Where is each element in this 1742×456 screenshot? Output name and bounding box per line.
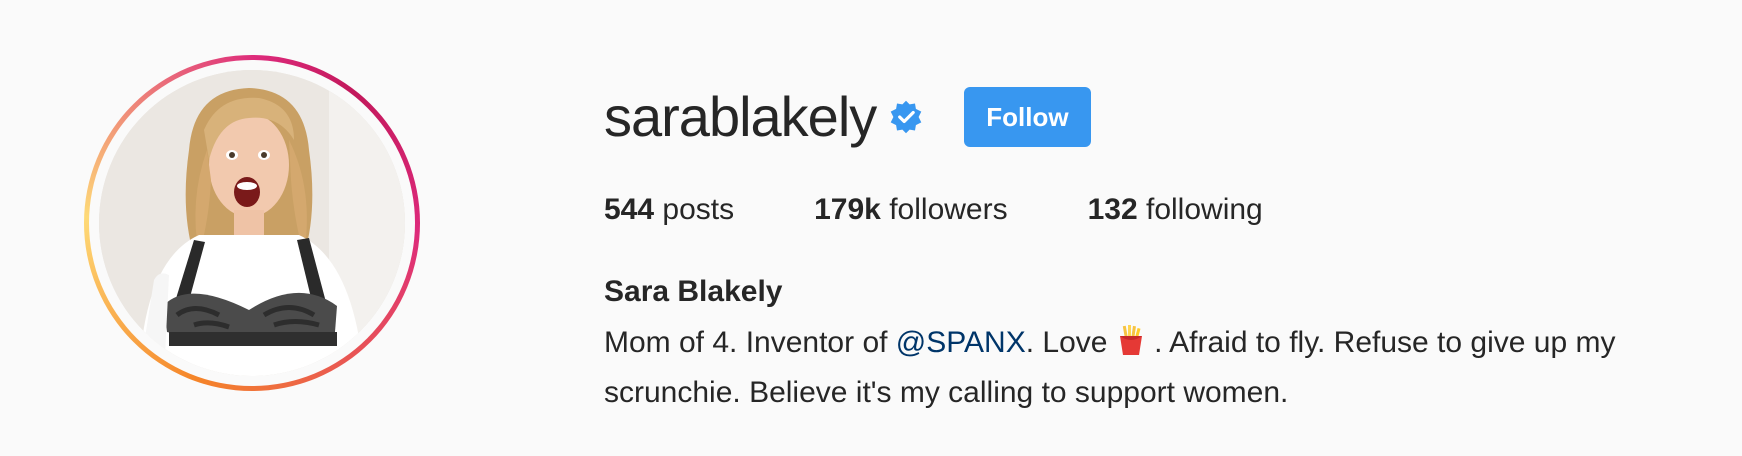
avatar-photo: [99, 70, 405, 376]
full-name: Sara Blakely: [604, 275, 783, 308]
avatar-story-ring[interactable]: [84, 55, 420, 391]
following-label: following: [1146, 193, 1263, 226]
bio-text: . Love: [1025, 326, 1116, 359]
followers-stat[interactable]: 179k followers: [814, 190, 1007, 230]
avatar[interactable]: [99, 70, 405, 376]
bio: Mom of 4. Inventor of @SPANX. Love . Afr…: [604, 318, 1724, 418]
followers-count: 179k: [814, 193, 881, 226]
verified-badge-icon: [890, 100, 922, 134]
following-count: 132: [1087, 193, 1138, 226]
follow-button[interactable]: Follow: [964, 87, 1091, 147]
french-fries-icon: [1119, 325, 1142, 355]
following-stat[interactable]: 132 following: [1088, 190, 1263, 230]
avatar-ring-gap: [89, 60, 415, 386]
bio-text: Mom of 4. Inventor of: [604, 326, 896, 359]
username: sarablakely: [604, 85, 877, 148]
bio-mention-link[interactable]: @SPANX: [896, 326, 1026, 359]
posts-stat: 544 posts: [604, 190, 734, 230]
profile-stats: 544 posts 179k followers 132 following: [604, 190, 1343, 230]
username-row: sarablakely Follow: [604, 80, 1091, 154]
posts-label: posts: [662, 193, 735, 226]
followers-label: followers: [889, 193, 1008, 226]
posts-count: 544: [604, 193, 655, 226]
